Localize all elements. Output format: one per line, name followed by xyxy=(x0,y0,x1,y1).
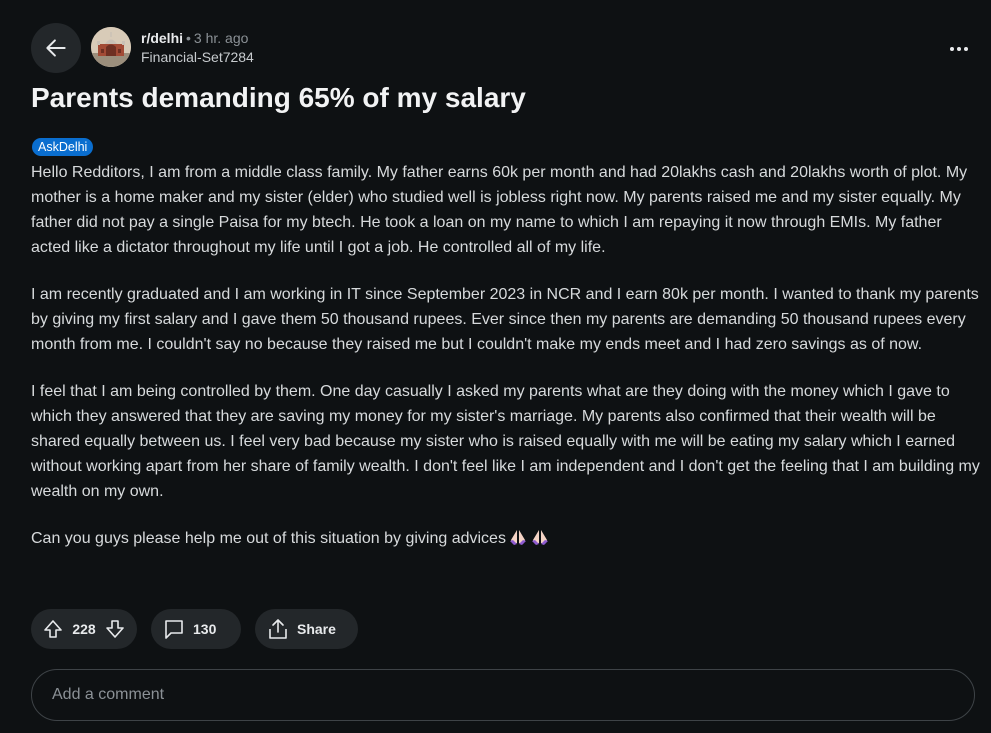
post-title: Parents demanding 65% of my salary xyxy=(31,82,526,113)
vote-bar: 228 xyxy=(31,609,137,649)
subreddit-link[interactable]: r/delhi xyxy=(141,30,183,46)
comment-input[interactable] xyxy=(32,670,974,720)
more-options-button[interactable] xyxy=(947,37,971,61)
folded-hands-emoji xyxy=(530,528,550,554)
comment-box xyxy=(31,669,975,721)
share-label: Share xyxy=(297,621,336,637)
monument-image xyxy=(91,27,131,67)
body-paragraph: Hello Redditors, I am from a middle clas… xyxy=(31,164,968,256)
post-meta: r/delhi • 3 hr. ago Financial-Set7284 xyxy=(141,29,254,67)
comment-count: 130 xyxy=(193,621,217,637)
meta-separator: • xyxy=(186,30,191,46)
post-actions: 228 130 Share xyxy=(31,609,358,649)
folded-hands-emoji xyxy=(508,528,528,554)
post-time: 3 hr. ago xyxy=(193,30,249,46)
share-button[interactable]: Share xyxy=(255,609,358,649)
upvote-arrow-icon[interactable] xyxy=(43,619,63,639)
body-paragraph: I am recently graduated and I am working… xyxy=(31,286,979,353)
body-paragraph-last: Can you guys please help me out of this … xyxy=(31,526,981,554)
downvote-arrow-icon[interactable] xyxy=(105,619,125,639)
body-paragraph: I feel that I am being controlled by the… xyxy=(31,383,980,500)
post-header: r/delhi • 3 hr. ago Financial-Set7284 xyxy=(31,23,981,73)
author-link[interactable]: Financial-Set7284 xyxy=(141,49,254,65)
comment-bubble-icon xyxy=(165,620,183,639)
post-body: Hello Redditors, I am from a middle clas… xyxy=(31,160,981,576)
vote-count: 228 xyxy=(72,621,96,637)
back-button[interactable] xyxy=(31,23,81,73)
post-flair[interactable]: AskDelhi xyxy=(32,138,94,156)
comments-button[interactable]: 130 xyxy=(151,609,241,649)
body-paragraph-text: Can you guys please help me out of this … xyxy=(31,530,506,547)
share-icon xyxy=(269,619,287,639)
arrow-left-icon xyxy=(46,39,66,57)
subreddit-avatar[interactable] xyxy=(91,27,131,67)
more-horizontal-icon xyxy=(950,47,968,51)
